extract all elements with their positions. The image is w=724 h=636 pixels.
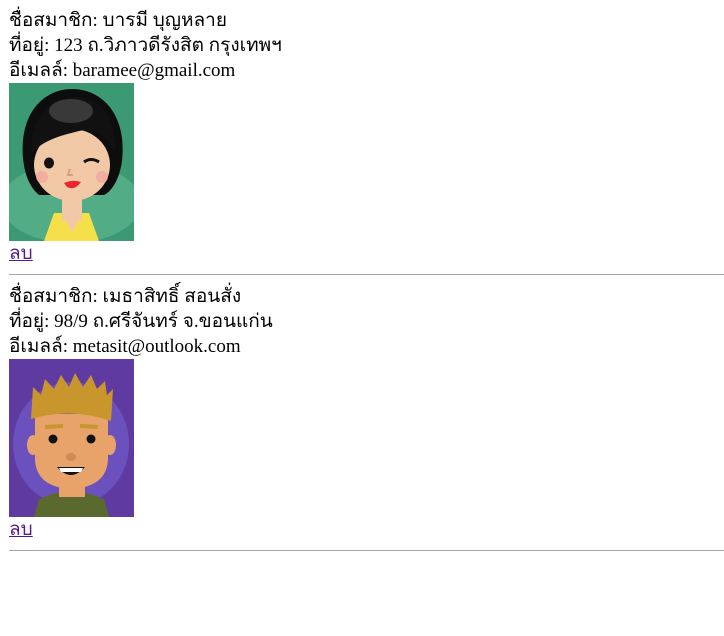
member-name: บารมี บุญหลาย — [102, 10, 227, 31]
delete-link-2[interactable]: ลบ — [9, 517, 33, 543]
member-email: baramee@gmail.com — [72, 60, 236, 81]
member-address-line: ที่อยู่: 123 ถ.วิภาวดีรังสิต กรุงเทพฯ — [9, 33, 724, 58]
address-label: ที่อยู่: — [9, 311, 55, 332]
email-label: อีเมลล์: — [9, 336, 73, 357]
address-label: ที่อยู่: — [9, 35, 55, 56]
delete-link-1[interactable]: ลบ — [9, 241, 33, 267]
member-address: 98/9 ถ.ศรีจันทร์ จ.ขอนแก่น — [54, 311, 273, 332]
member-email: metasit@outlook.com — [72, 336, 241, 357]
member-address: 123 ถ.วิภาวดีรังสิต กรุงเทพฯ — [54, 35, 282, 56]
member-address-line: ที่อยู่: 98/9 ถ.ศรีจันทร์ จ.ขอนแก่น — [9, 309, 724, 334]
male-avatar-icon — [9, 359, 134, 517]
name-label: ชื่อสมาชิก: — [9, 10, 103, 31]
member-card-2: ชื่อสมาชิก: เมธาสิทธิ์ สอนสั่ง ที่อยู่: … — [9, 284, 724, 543]
female-avatar-icon — [9, 83, 134, 241]
member-email-line: อีเมลล์: baramee@gmail.com — [9, 58, 724, 83]
divider — [9, 550, 724, 551]
divider — [9, 274, 724, 275]
member-list: ชื่อสมาชิก: บารมี บุญหลาย ที่อยู่: 123 ถ… — [0, 0, 724, 551]
member-card-1: ชื่อสมาชิก: บารมี บุญหลาย ที่อยู่: 123 ถ… — [9, 8, 724, 267]
member-email-line: อีเมลล์: metasit@outlook.com — [9, 334, 724, 359]
member-name: เมธาสิทธิ์ สอนสั่ง — [102, 286, 242, 307]
member-name-line: ชื่อสมาชิก: บารมี บุญหลาย — [9, 8, 724, 33]
email-label: อีเมลล์: — [9, 60, 73, 81]
member-name-line: ชื่อสมาชิก: เมธาสิทธิ์ สอนสั่ง — [9, 284, 724, 309]
name-label: ชื่อสมาชิก: — [9, 286, 103, 307]
